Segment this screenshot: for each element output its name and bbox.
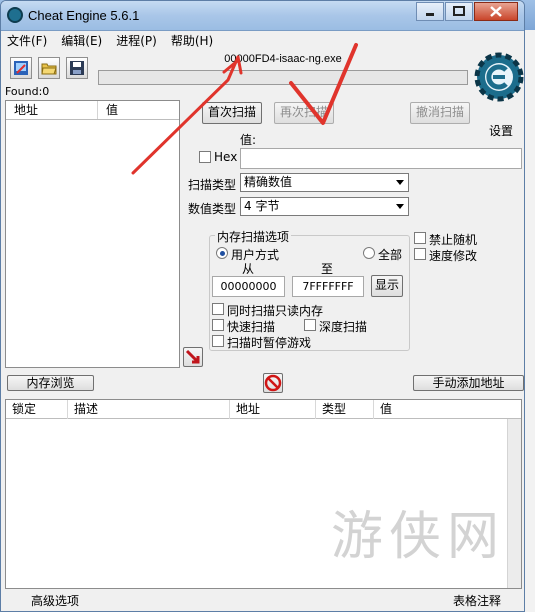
memory-view-button[interactable]: 内存浏览 — [7, 375, 94, 391]
open-folder-icon — [41, 63, 57, 75]
minimize-icon — [426, 13, 434, 16]
pause-game-checkbox[interactable] — [212, 335, 224, 347]
first-scan-button[interactable]: 首次扫描 — [202, 102, 262, 124]
value-input[interactable] — [240, 148, 522, 169]
watermark-text: 游侠网 — [331, 507, 506, 567]
from-label: 从 — [242, 262, 255, 276]
to-address-input[interactable]: 7FFFFFFF — [292, 276, 364, 297]
vertical-scrollbar[interactable] — [507, 419, 521, 588]
value-type-value: 4 字节 — [244, 199, 280, 213]
open-file-button[interactable] — [38, 57, 60, 79]
no-entry-icon — [264, 374, 282, 392]
column-value[interactable]: 值 — [98, 101, 178, 119]
save-icon — [70, 61, 84, 75]
found-address-list[interactable]: 地址 值 — [5, 100, 180, 368]
from-address-input[interactable]: 00000000 — [212, 276, 285, 297]
cheat-engine-window: Cheat Engine 5.6.1 文件(F) 编辑(E) 进程(P) 帮助(… — [0, 0, 525, 612]
add-to-address-list-button[interactable] — [183, 347, 203, 367]
deep-scan-label: 深度扫描 — [319, 320, 368, 334]
scan-type-label: 扫描类型 — [188, 178, 237, 192]
save-button[interactable] — [66, 57, 88, 79]
maximize-icon — [453, 6, 465, 16]
settings-label[interactable]: 设置 — [489, 122, 513, 139]
column-type[interactable]: 类型 — [316, 400, 374, 419]
all-memory-radio[interactable] — [363, 247, 375, 259]
open-process-button[interactable] — [10, 57, 32, 79]
menu-process[interactable]: 进程(P) — [116, 32, 157, 51]
clear-list-button[interactable] — [263, 373, 283, 393]
found-count: Found:0 — [5, 85, 50, 98]
hex-checkbox[interactable] — [199, 151, 211, 163]
menu-edit[interactable]: 编辑(E) — [61, 32, 102, 51]
red-arrow-down-right-icon — [185, 349, 200, 364]
open-process-icon — [14, 61, 28, 75]
user-mode-radio[interactable] — [216, 247, 228, 259]
fast-scan-checkbox[interactable] — [212, 319, 224, 331]
cheat-engine-logo-icon — [474, 52, 524, 102]
readonly-memory-label: 同时扫描只读内存 — [227, 304, 324, 318]
cheat-engine-app-icon — [7, 7, 23, 23]
disable-random-checkbox[interactable] — [414, 232, 426, 244]
cheat-engine-logo-button[interactable] — [473, 51, 524, 103]
column-address[interactable]: 地址 — [6, 101, 98, 119]
readonly-memory-checkbox[interactable] — [212, 303, 224, 315]
scan-progress-bar — [98, 70, 468, 85]
value-label: 值: — [240, 133, 257, 147]
fast-scan-label: 快速扫描 — [227, 320, 276, 334]
advanced-options-button[interactable]: 高级选项 — [31, 592, 79, 609]
to-label: 至 — [321, 262, 334, 276]
close-button[interactable] — [474, 2, 518, 21]
status-bar: 高级选项 表格注释 — [1, 589, 524, 611]
menu-help[interactable]: 帮助(H) — [171, 32, 213, 51]
window-title: Cheat Engine 5.6.1 — [28, 8, 140, 23]
minimize-button[interactable] — [416, 2, 444, 21]
maximize-button[interactable] — [445, 2, 473, 21]
speed-hack-checkbox[interactable] — [414, 248, 426, 260]
all-memory-label: 全部 — [378, 248, 403, 262]
value-type-select[interactable]: 4 字节 — [240, 197, 409, 216]
speed-hack-label: 速度修改 — [429, 249, 478, 263]
value-type-label: 数值类型 — [188, 202, 237, 216]
next-scan-button[interactable]: 再次扫描 — [274, 102, 334, 124]
column-lock[interactable]: 锁定 — [6, 400, 68, 419]
process-name: 00000FD4-isaac-ng.exe — [224, 53, 342, 65]
menu-file[interactable]: 文件(F) — [7, 32, 47, 51]
hex-label: Hex — [214, 150, 238, 164]
show-range-button[interactable]: 显示 — [371, 275, 403, 297]
title-bar[interactable]: Cheat Engine 5.6.1 — [1, 1, 524, 31]
memory-scan-options-title: 内存扫描选项 — [215, 228, 292, 245]
column-value[interactable]: 值 — [374, 400, 509, 419]
deep-scan-checkbox[interactable] — [304, 319, 316, 331]
close-icon — [490, 6, 502, 17]
menu-bar: 文件(F) 编辑(E) 进程(P) 帮助(H) — [1, 32, 524, 51]
add-address-manually-button[interactable]: 手动添加地址 — [413, 375, 524, 391]
chevron-down-icon — [396, 180, 404, 185]
pause-game-label: 扫描时暂停游戏 — [227, 336, 312, 350]
undo-scan-button[interactable]: 撤消扫描 — [410, 102, 470, 124]
user-mode-label: 用户方式 — [231, 248, 280, 262]
column-address[interactable]: 地址 — [230, 400, 316, 419]
scan-type-value: 精确数值 — [244, 175, 293, 189]
disable-random-label: 禁止随机 — [429, 233, 478, 247]
chevron-down-icon — [396, 204, 404, 209]
scan-type-select[interactable]: 精确数值 — [240, 173, 409, 192]
column-description[interactable]: 描述 — [68, 400, 230, 419]
table-comments-button[interactable]: 表格注释 — [453, 592, 501, 609]
